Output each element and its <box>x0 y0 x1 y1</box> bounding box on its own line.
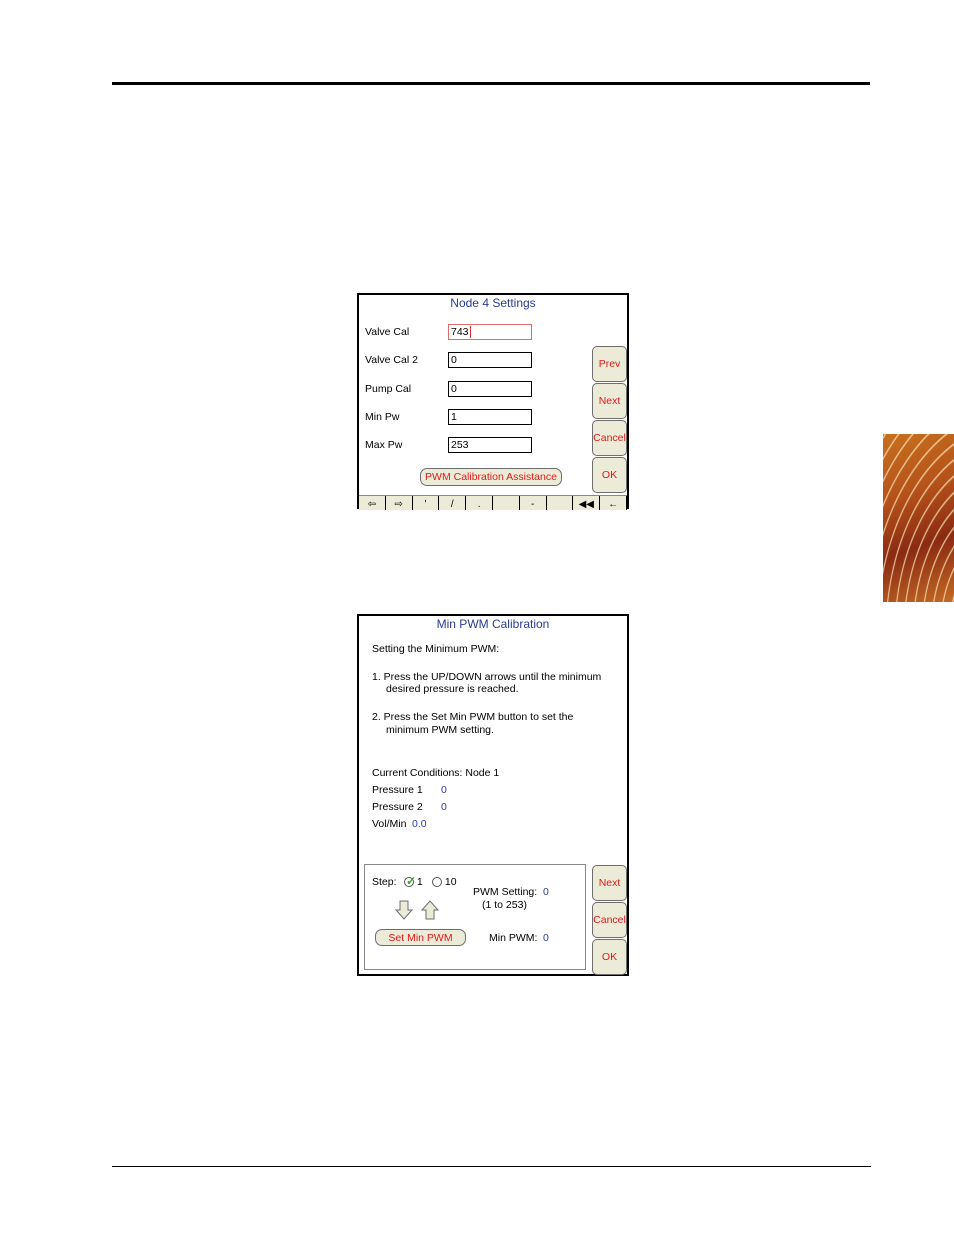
backspace-icon: ← <box>608 499 619 510</box>
next-button[interactable]: Next <box>592 865 627 901</box>
set-min-pwm-button[interactable]: Set Min PWM <box>375 929 466 946</box>
cancel-button[interactable]: Cancel <box>592 420 627 456</box>
pwm-range: (1 to 253) <box>482 899 527 911</box>
pwm-calibration-assistance-button[interactable]: PWM Calibration Assistance <box>420 468 562 486</box>
key-label: / <box>450 499 454 510</box>
pump-cal-input[interactable]: 0 <box>448 381 532 397</box>
key-right-arrow[interactable]: ⇨ <box>385 496 413 510</box>
step-option-10-label: 10 <box>444 876 457 888</box>
prev-button[interactable]: Prev <box>592 346 627 382</box>
checkmark-icon: ✓ <box>406 874 417 889</box>
rewind-icon: ◀◀ <box>578 499 594 510</box>
calibration-control-panel: Step: ✓ 1 10 Set Min PWM PWM Setting: 0 … <box>364 864 586 970</box>
key-slash[interactable]: / <box>439 496 467 510</box>
pressure1-value: 0 <box>441 784 447 796</box>
ok-button[interactable]: OK <box>592 457 627 493</box>
instructions-heading: Setting the Minimum PWM: <box>372 643 500 655</box>
key-blank[interactable] <box>546 496 574 510</box>
screen-title: Min PWM Calibration <box>436 617 550 631</box>
key-label: . <box>477 499 481 510</box>
min-pwm-label: Min PWM: <box>489 932 538 944</box>
chapter-side-tab <box>883 434 954 602</box>
valve-cal-input[interactable]: 743 <box>448 324 532 340</box>
step1-line2: desired pressure is reached. <box>386 683 519 695</box>
key-minus[interactable]: - <box>519 496 547 510</box>
key-period[interactable]: . <box>466 496 493 510</box>
pressure2-value: 0 <box>441 801 447 813</box>
max-pw-input[interactable]: 253 <box>448 437 532 453</box>
radio-selected[interactable]: ✓ <box>404 874 417 889</box>
left-arrow-icon: ⇦ <box>367 499 377 510</box>
down-arrow-icon[interactable] <box>395 900 413 920</box>
cancel-button[interactable]: Cancel <box>592 902 627 938</box>
valve-cal-2-label: Valve Cal 2 <box>365 354 418 366</box>
onscreen-keyboard: ⇦ ⇨ ' / . - ◀◀ ← <box>359 495 627 510</box>
step-option-10[interactable]: 10 <box>432 876 457 888</box>
screen-title: Node 4 Settings <box>450 296 536 310</box>
pwm-setting-label: PWM Setting: <box>473 886 538 898</box>
pressure1-label: Pressure 1 <box>372 784 423 796</box>
next-button[interactable]: Next <box>592 383 627 419</box>
step-option-1-label: 1 <box>416 876 423 888</box>
ok-button[interactable]: OK <box>592 939 627 975</box>
radio-unselected[interactable] <box>432 877 442 888</box>
pwm-setting-value: 0 <box>543 886 549 898</box>
key-backspace[interactable]: ← <box>600 496 627 510</box>
valve-cal-value: 743 <box>451 326 469 338</box>
key-apostrophe[interactable]: ' <box>412 496 440 510</box>
min-pwm-calibration-screen: Min PWM Calibration Setting the Minimum … <box>357 614 629 976</box>
key-rewind[interactable]: ◀◀ <box>573 496 601 510</box>
valve-cal-label: Valve Cal <box>365 326 410 338</box>
step-label: Step: <box>372 876 397 888</box>
right-arrow-icon: ⇨ <box>394 499 403 510</box>
step-option-1[interactable]: ✓ 1 <box>404 874 423 889</box>
volmin-label: Vol/Min <box>372 818 407 830</box>
node-settings-screen: Node 4 Settings Valve Cal 743 Valve Cal … <box>357 293 629 510</box>
footer-rule <box>112 1166 871 1167</box>
header-rule <box>112 82 870 85</box>
min-pw-label: Min Pw <box>365 411 400 423</box>
step2-line1: 2. Press the Set Min PWM button to set t… <box>372 711 574 723</box>
key-label: ' <box>424 499 427 510</box>
step2-line2: minimum PWM setting. <box>386 724 494 736</box>
valve-cal-2-input[interactable]: 0 <box>448 352 532 368</box>
max-pw-label: Max Pw <box>365 439 403 451</box>
up-arrow-icon[interactable] <box>421 900 439 920</box>
key-blank[interactable] <box>492 496 520 510</box>
volmin-value: 0.0 <box>412 818 427 830</box>
text-caret <box>469 326 471 339</box>
min-pwm-value: 0 <box>543 932 549 944</box>
min-pw-input[interactable]: 1 <box>448 409 532 425</box>
pressure2-label: Pressure 2 <box>372 801 423 813</box>
pump-cal-label: Pump Cal <box>365 383 412 395</box>
key-left-arrow[interactable]: ⇦ <box>359 496 386 510</box>
step1-line1: 1. Press the UP/DOWN arrows until the mi… <box>372 671 602 683</box>
current-conditions-label: Current Conditions: Node 1 <box>372 767 500 779</box>
key-label: - <box>531 499 535 510</box>
